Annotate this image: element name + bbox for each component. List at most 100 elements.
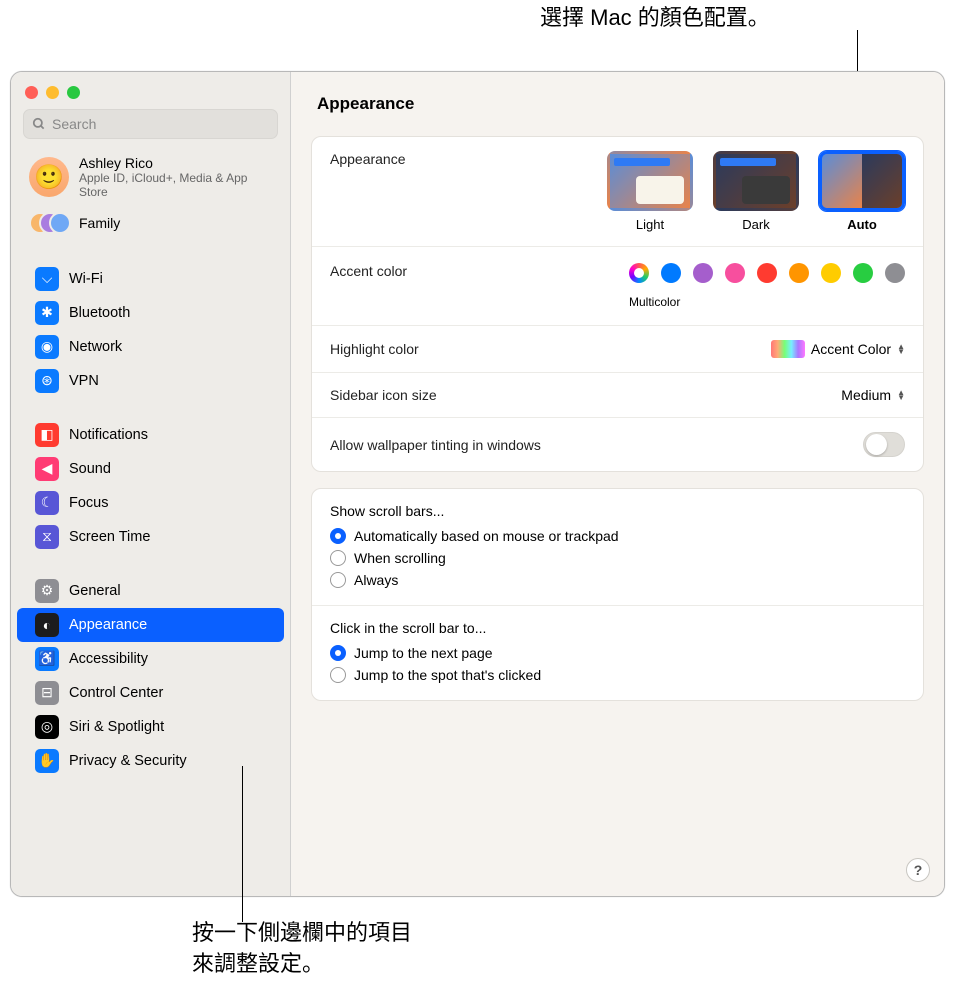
wifi-icon: ⌵ [35,267,59,291]
accent-swatch[interactable] [757,263,777,283]
accent-selected-label: Multicolor [629,295,680,309]
profile-sub: Apple ID, iCloud+, Media & App Store [79,171,272,200]
sidebar: Search 🙂 Ashley Rico Apple ID, iCloud+, … [11,72,291,896]
accent-label: Accent color [330,263,407,279]
radio-label: Jump to the spot that's clicked [354,667,541,683]
family-label: Family [79,215,120,231]
sidebar-icon-select[interactable]: Medium ▲▼ [841,387,905,403]
sidebar-item-label: Screen Time [69,529,150,545]
sidebar-group-1: ⌵ Wi-Fi ✱ Bluetooth ◉Network ⊛ VPN [11,258,290,402]
sidebar-item-label: Bluetooth [69,305,130,321]
accent-swatch[interactable] [821,263,841,283]
radio-icon [330,667,346,683]
wallpaper-tint-label: Allow wallpaper tinting in windows [330,437,541,453]
appearance-panel: Appearance Light Dark Auto Accent color Mu… [311,136,924,472]
sidebar-item-bluetooth[interactable]: ✱ Bluetooth [17,296,284,330]
radio-icon [330,528,346,544]
accent-swatch[interactable] [629,263,649,283]
chevron-updown-icon: ▲▼ [897,390,905,400]
accessibility-icon: ♿ [35,647,59,671]
appearance-label: Appearance [330,151,406,167]
sidebar-item-sound[interactable]: ◀ Sound [17,452,284,486]
zoom-button[interactable] [67,86,80,99]
accent-swatch[interactable] [853,263,873,283]
sidebar-item-label: Appearance [69,617,147,633]
gear-icon: ⚙ [35,579,59,603]
apple-id-row[interactable]: 🙂 Ashley Rico Apple ID, iCloud+, Media &… [11,151,290,204]
search-icon [32,117,46,131]
minimize-button[interactable] [46,86,59,99]
highlight-select[interactable]: Accent Color ▲▼ [771,340,905,358]
accent-swatch[interactable] [725,263,745,283]
sidebar-icon-label: Sidebar icon size [330,387,437,403]
sidebar-item-label: General [69,583,121,599]
search-input[interactable]: Search [23,109,278,139]
moon-icon: ☾ [35,491,59,515]
bluetooth-icon: ✱ [35,301,59,325]
radio-option[interactable]: Jump to the spot that's clicked [330,664,905,686]
family-row[interactable]: Family [11,204,290,246]
accent-swatch[interactable] [789,263,809,283]
sidebar-item-network[interactable]: ◉Network [17,330,284,364]
radio-option[interactable]: When scrolling [330,547,905,569]
sound-icon: ◀ [35,457,59,481]
wallpaper-tint-toggle[interactable] [863,432,905,457]
sidebar-item-label: VPN [69,373,99,389]
privacy-icon: ✋ [35,749,59,773]
control-icon: ⊟ [35,681,59,705]
appearance-option-label: Dark [713,217,799,232]
radio-label: Jump to the next page [354,645,493,661]
radio-option[interactable]: Always [330,569,905,591]
radio-icon [330,572,346,588]
vpn-icon: ⊛ [35,369,59,393]
radio-icon [330,550,346,566]
sidebar-item-general[interactable]: ⚙ General [17,574,284,608]
accent-swatch[interactable] [693,263,713,283]
sidebar-group-3: ⚙ General ◐ Appearance ♿Accessibility⊟Contro… [11,570,290,782]
sidebar-item-notifications[interactable]: ◧Notifications [17,418,284,452]
settings-window: Search 🙂 Ashley Rico Apple ID, iCloud+, … [10,71,945,897]
sidebar-item-focus[interactable]: ☾ Focus [17,486,284,520]
sidebar-item-control-center[interactable]: ⊟Control Center [17,676,284,710]
callout-line-top [857,30,858,71]
sidebar-item-label: Wi-Fi [69,271,103,287]
accent-swatch[interactable] [661,263,681,283]
sidebar-item-wi-fi[interactable]: ⌵ Wi-Fi [17,262,284,296]
radio-label: Automatically based on mouse or trackpad [354,528,619,544]
help-button[interactable]: ? [906,858,930,882]
accent-swatches [629,263,905,283]
sidebar-item-appearance[interactable]: ◐ Appearance [17,608,284,642]
siri-icon: ◎ [35,715,59,739]
appearance-option-light[interactable]: Light [607,151,693,232]
radio-option[interactable]: Jump to the next page [330,642,905,664]
sidebar-item-label: Privacy & Security [69,753,187,769]
highlight-row: Highlight color Accent Color ▲▼ [312,326,923,373]
sidebar-item-privacy-security[interactable]: ✋ Privacy & Security [17,744,284,778]
sidebar-item-vpn[interactable]: ⊛ VPN [17,364,284,398]
window-controls [11,72,290,109]
appearance-row: Appearance Light Dark Auto [312,137,923,247]
appearance-icon: ◐ [35,613,59,637]
sidebar-item-screen-time[interactable]: ⧖ Screen Time [17,520,284,554]
sidebar-item-label: Focus [69,495,109,511]
highlight-swatch [771,340,805,358]
accent-color-row: Accent color Multicolor [312,247,923,326]
appearance-option-auto[interactable]: Auto [819,151,905,232]
appearance-options: Light Dark Auto [607,151,905,232]
appearance-option-label: Auto [819,217,905,232]
accent-swatch[interactable] [885,263,905,283]
annotation-top: 選擇 Mac 的顏色配置。 [540,0,770,32]
sidebar-item-accessibility[interactable]: ♿Accessibility [17,642,284,676]
hourglass-icon: ⧖ [35,525,59,549]
radio-option[interactable]: Automatically based on mouse or trackpad [330,525,905,547]
sidebar-group-2: ◧Notifications ◀ Sound ☾ Focus ⧖ Screen Time [11,414,290,558]
bell-icon: ◧ [35,423,59,447]
sidebar-item-siri-spotlight[interactable]: ◎ Siri & Spotlight [17,710,284,744]
sidebar-item-label: Sound [69,461,111,477]
appearance-option-dark[interactable]: Dark [713,151,799,232]
sidebar-item-label: Siri & Spotlight [69,719,164,735]
radio-icon [330,645,346,661]
close-button[interactable] [25,86,38,99]
network-icon: ◉ [35,335,59,359]
page-title: Appearance [291,72,944,128]
